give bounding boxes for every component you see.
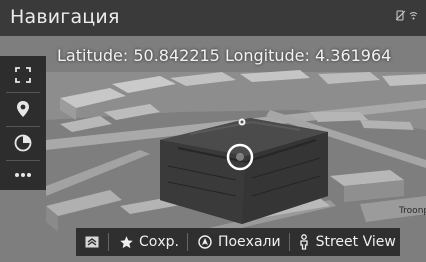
street-view-label: Street View bbox=[315, 234, 396, 250]
toolbar-divider bbox=[6, 126, 40, 127]
action-bar: Сохр. Поехали Street View bbox=[76, 228, 400, 256]
navigate-icon bbox=[198, 235, 212, 249]
toolbar-divider bbox=[6, 160, 40, 161]
status-icons bbox=[396, 10, 418, 21]
go-button[interactable]: Поехали bbox=[188, 228, 289, 256]
star-icon bbox=[120, 235, 133, 248]
compass-button[interactable] bbox=[6, 130, 40, 156]
map-side-toolbar bbox=[0, 56, 46, 190]
title-bar: Навигация bbox=[0, 0, 426, 36]
street-view-button[interactable]: Street View bbox=[290, 228, 396, 256]
toolbar-divider bbox=[6, 92, 40, 93]
navigation-screen: Навигация Latitude: 50.842215 Longitude:… bbox=[0, 0, 426, 262]
person-icon bbox=[299, 234, 308, 250]
location-button[interactable] bbox=[6, 96, 40, 122]
save-button[interactable]: Сохр. bbox=[109, 228, 187, 256]
wifi-icon bbox=[409, 12, 418, 20]
map-poi-label: Troonp bbox=[399, 206, 426, 216]
more-options-button[interactable] bbox=[6, 162, 40, 188]
go-label: Поехали bbox=[217, 234, 281, 250]
more-icon bbox=[15, 173, 31, 177]
page-title: Навигация bbox=[10, 6, 120, 28]
save-label: Сохр. bbox=[139, 234, 179, 250]
coordinates-readout: Latitude: 50.842215 Longitude: 4.361964 bbox=[57, 46, 392, 65]
phone-muted-icon bbox=[396, 10, 405, 21]
compass-icon bbox=[14, 134, 32, 152]
small-pin-marker bbox=[238, 118, 246, 126]
fullscreen-icon bbox=[15, 67, 31, 83]
location-pin-icon bbox=[17, 101, 29, 117]
chevron-up-icon bbox=[85, 236, 99, 248]
fullscreen-button[interactable] bbox=[6, 62, 40, 88]
collapse-button[interactable] bbox=[76, 228, 108, 256]
